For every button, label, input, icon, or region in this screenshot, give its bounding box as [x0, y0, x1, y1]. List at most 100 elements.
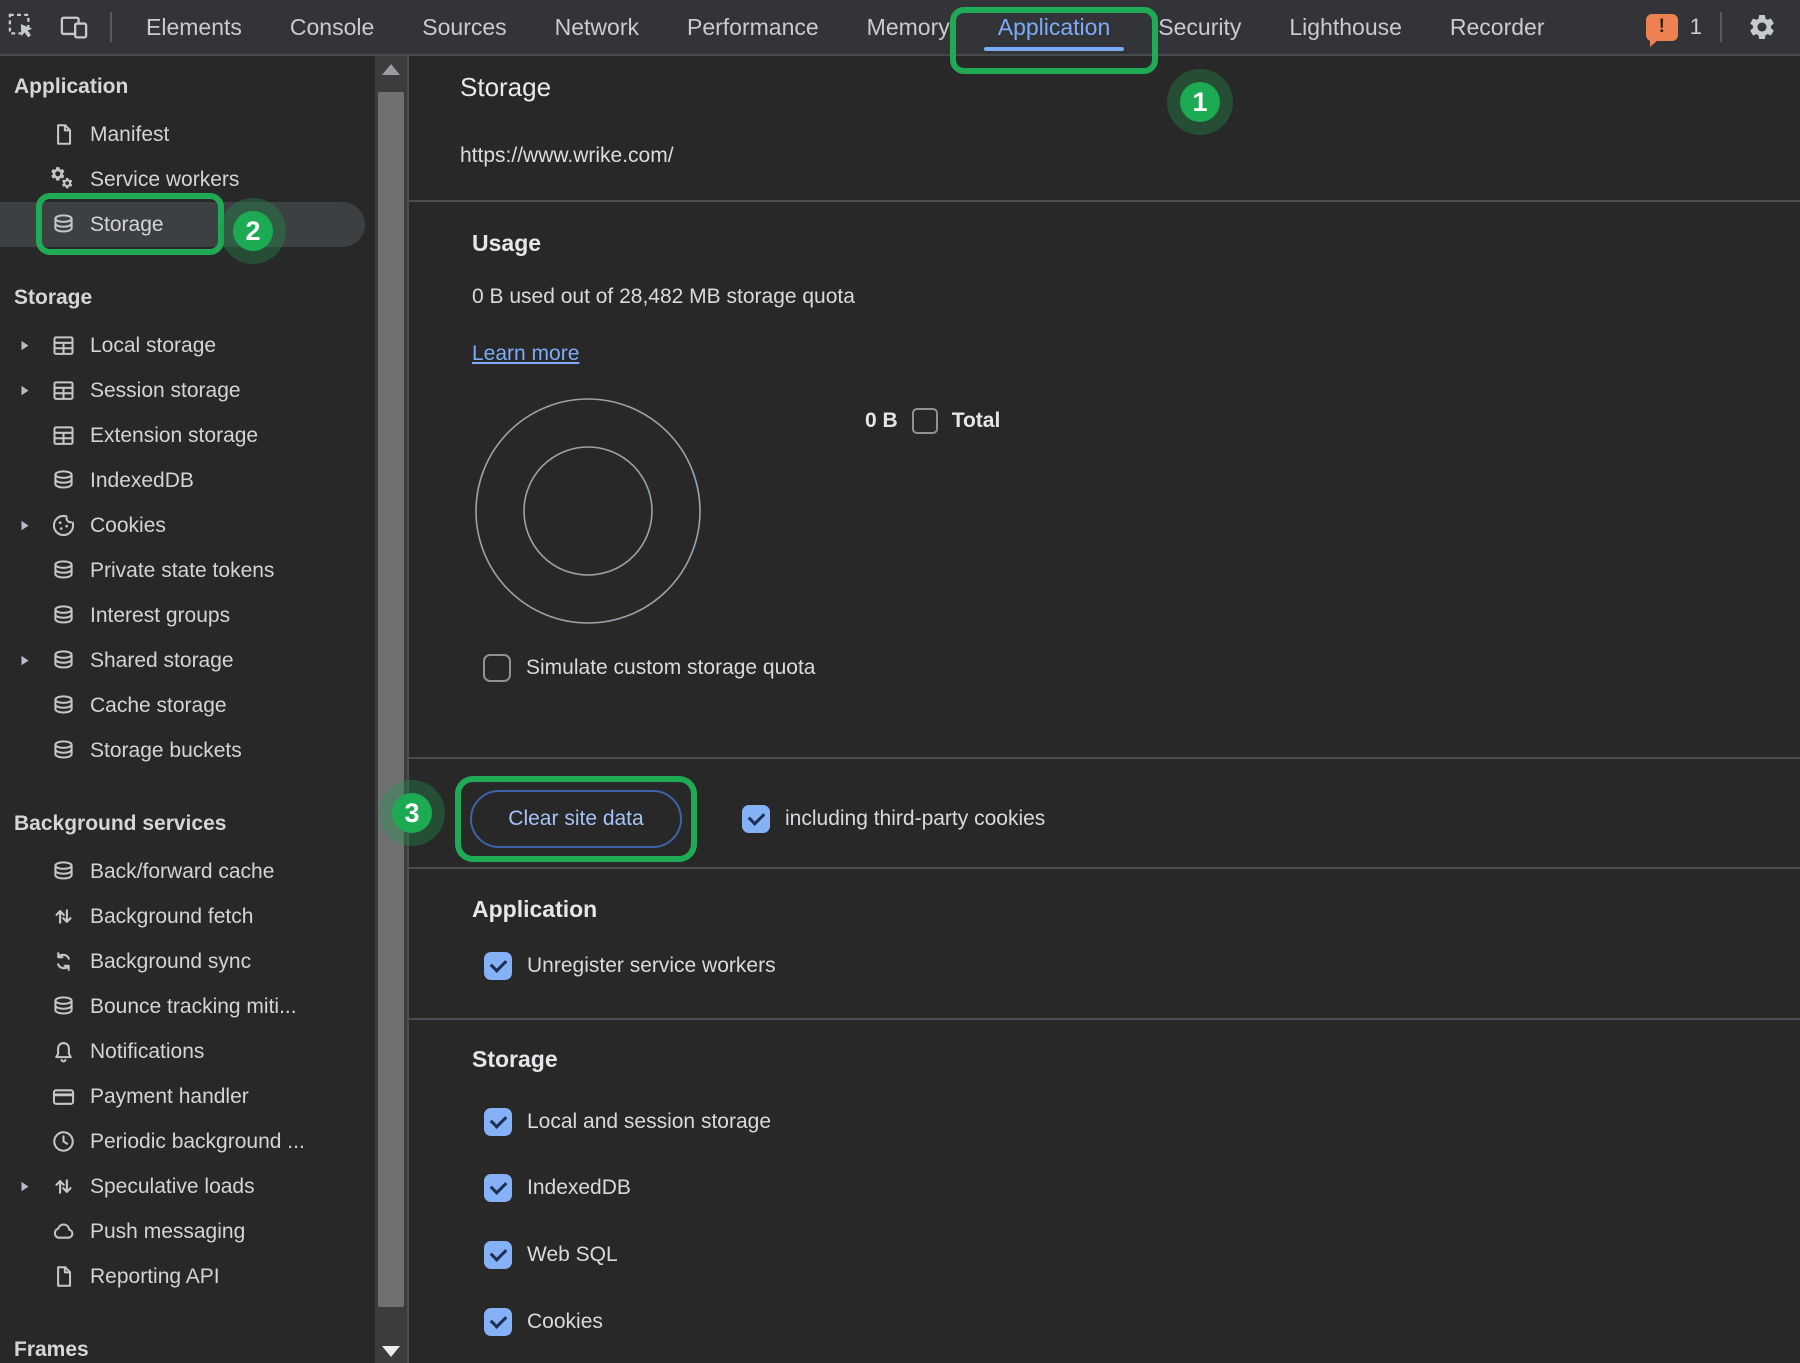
sidebar-item-label: IndexedDB — [90, 469, 194, 493]
chevron-right-icon[interactable] — [18, 654, 48, 668]
sidebar-item-payment-handler[interactable]: Payment handler — [0, 1074, 365, 1119]
web-sql-label: Web SQL — [527, 1243, 618, 1267]
error-badge-icon[interactable]: ! — [1646, 14, 1678, 41]
application-section-heading: Application — [472, 896, 597, 923]
tab-console[interactable]: Console — [270, 0, 394, 54]
chevron-right-icon[interactable] — [18, 339, 48, 353]
clear-site-data-row: Clear site data including third-party co… — [470, 790, 1045, 848]
tab-recorder[interactable]: Recorder — [1430, 0, 1565, 54]
total-checkbox[interactable] — [912, 408, 938, 434]
sidebar-item-label: Storage — [90, 213, 164, 237]
tab-performance[interactable]: Performance — [667, 0, 839, 54]
tab-application[interactable]: Application — [978, 0, 1131, 54]
sidebar-item-indexeddb[interactable]: IndexedDB — [0, 458, 365, 503]
sidebar-scrollbar[interactable] — [375, 54, 407, 1363]
annotation-step-2: 2 — [233, 211, 273, 251]
scrollbar-thumb[interactable] — [378, 92, 404, 1307]
table-icon — [48, 376, 78, 406]
scrollbar-down-arrow-icon[interactable] — [382, 1346, 400, 1357]
sidebar-item-interest-groups[interactable]: Interest groups — [0, 593, 365, 638]
clear-site-data-button[interactable]: Clear site data — [470, 790, 682, 848]
local-session-storage-checkbox[interactable] — [484, 1108, 512, 1136]
unregister-sw-row: Unregister service workers — [484, 952, 776, 980]
annotation-step-1: 1 — [1180, 82, 1220, 122]
indexeddb-checkbox[interactable] — [484, 1174, 512, 1202]
sidebar-item-cookies[interactable]: Cookies — [0, 503, 365, 548]
application-panel-sidebar: Application Manifest Service workers Sto… — [0, 54, 375, 1363]
tab-sources[interactable]: Sources — [402, 0, 526, 54]
sidebar-item-label: Back/forward cache — [90, 860, 274, 884]
sidebar-item-label: Cache storage — [90, 694, 227, 718]
sidebar-item-storage-buckets[interactable]: Storage buckets — [0, 728, 365, 773]
simulate-quota-row: Simulate custom storage quota — [483, 654, 816, 682]
chevron-right-icon[interactable] — [18, 384, 48, 398]
local-session-storage-label: Local and session storage — [527, 1110, 771, 1134]
sidebar-item-extension-storage[interactable]: Extension storage — [0, 413, 365, 458]
sidebar-section-application: Application — [0, 62, 375, 112]
sidebar-item-background-fetch[interactable]: Background fetch — [0, 894, 365, 939]
cookies-checkbox[interactable] — [484, 1308, 512, 1336]
sidebar-item-speculative-loads[interactable]: Speculative loads — [0, 1164, 365, 1209]
database-icon — [48, 691, 78, 721]
web-sql-checkbox[interactable] — [484, 1241, 512, 1269]
sidebar-item-reporting-api[interactable]: Reporting API — [0, 1254, 365, 1299]
sidebar-item-push-messaging[interactable]: Push messaging — [0, 1209, 365, 1254]
inspect-icon[interactable] — [0, 0, 44, 54]
chevron-right-icon[interactable] — [18, 519, 48, 533]
indexeddb-label: IndexedDB — [527, 1176, 631, 1200]
payment-card-icon — [48, 1082, 78, 1112]
toolbar-separator — [110, 12, 112, 42]
usage-donut-chart — [473, 396, 703, 626]
legend-value: 0 B — [865, 409, 898, 433]
database-icon — [48, 646, 78, 676]
sidebar-item-label: Speculative loads — [90, 1175, 255, 1199]
scrollbar-up-arrow-icon[interactable] — [382, 64, 400, 75]
sidebar-item-session-storage[interactable]: Session storage — [0, 368, 365, 413]
database-icon — [48, 556, 78, 586]
active-tab-underline — [984, 47, 1125, 51]
tab-security[interactable]: Security — [1138, 0, 1261, 54]
service-workers-icon — [48, 165, 78, 195]
legend-label: Total — [952, 409, 1001, 433]
sidebar-item-label: Extension storage — [90, 424, 258, 448]
database-icon — [48, 210, 78, 240]
sidebar-item-back-forward-cache[interactable]: Back/forward cache — [0, 849, 365, 894]
sidebar-item-periodic-background[interactable]: Periodic background ... — [0, 1119, 365, 1164]
tab-elements[interactable]: Elements — [126, 0, 262, 54]
tab-lighthouse[interactable]: Lighthouse — [1269, 0, 1422, 54]
sidebar-item-notifications[interactable]: Notifications — [0, 1029, 365, 1074]
usage-summary: 0 B used out of 28,482 MB storage quota — [472, 285, 855, 309]
database-icon — [48, 601, 78, 631]
learn-more-link[interactable]: Learn more — [472, 342, 579, 366]
sidebar-section-background-services: Background services — [0, 799, 375, 849]
chevron-right-icon[interactable] — [18, 1180, 48, 1194]
updown-arrows-icon — [48, 1172, 78, 1202]
sidebar-item-storage[interactable]: Storage — [0, 202, 365, 247]
sidebar-item-local-storage[interactable]: Local storage — [0, 323, 365, 368]
sidebar-item-cache-storage[interactable]: Cache storage — [0, 683, 365, 728]
unregister-sw-checkbox[interactable] — [484, 952, 512, 980]
page-title: Storage — [460, 72, 551, 103]
clear-site-data-label: Clear site data — [508, 807, 643, 831]
sidebar-item-background-sync[interactable]: Background sync — [0, 939, 365, 984]
sidebar-item-label: Manifest — [90, 123, 169, 147]
device-toolbar-icon[interactable] — [52, 0, 96, 54]
third-party-cookies-checkbox[interactable] — [742, 805, 770, 833]
simulate-quota-checkbox[interactable] — [483, 654, 511, 682]
unregister-sw-label: Unregister service workers — [527, 954, 776, 978]
sidebar-item-service-workers[interactable]: Service workers — [0, 157, 365, 202]
sidebar-item-private-state-tokens[interactable]: Private state tokens — [0, 548, 365, 593]
sidebar-item-manifest[interactable]: Manifest — [0, 112, 365, 157]
sidebar-item-shared-storage[interactable]: Shared storage — [0, 638, 365, 683]
tab-network[interactable]: Network — [535, 0, 659, 54]
clock-icon — [48, 1127, 78, 1157]
error-count: 1 — [1690, 14, 1702, 40]
storage-pane: Storage https://www.wrike.com/ Usage 0 B… — [407, 54, 1800, 1363]
annotation-step-3: 3 — [392, 793, 432, 833]
settings-gear-icon[interactable] — [1740, 0, 1784, 54]
updown-arrows-icon — [48, 902, 78, 932]
sidebar-item-bounce-tracking[interactable]: Bounce tracking miti... — [0, 984, 365, 1029]
local-session-storage-row: Local and session storage — [484, 1108, 771, 1136]
tab-memory[interactable]: Memory — [847, 0, 970, 54]
usage-heading: Usage — [472, 230, 541, 257]
